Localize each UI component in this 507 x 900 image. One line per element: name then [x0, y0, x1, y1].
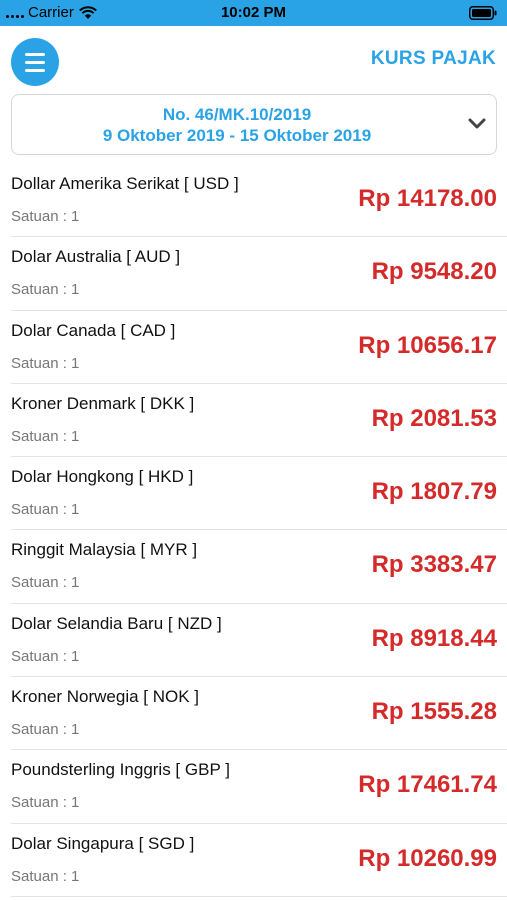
rate-row-nzd[interactable]: Dolar Selandia Baru [ NZD ] Satuan : 1 R… [11, 604, 507, 678]
currency-name: Dolar Singapura [ SGD ] [11, 833, 195, 853]
currency-name: Dolar Canada [ CAD ] [11, 320, 176, 340]
page-title: KURS PAJAK [370, 48, 496, 69]
hamburger-menu-icon [25, 52, 45, 56]
currency-unit: Satuan : 1 [11, 574, 80, 592]
rate-value: Rp 3383.47 [371, 551, 497, 579]
period-dropdown[interactable]: No. 46/MK.10/2019 9 Oktober 2019 - 15 Ok… [11, 94, 497, 155]
currency-unit: Satuan : 1 [11, 208, 80, 225]
period-number: No. 46/MK.10/2019 [162, 105, 312, 124]
status-bar: Carrier 10:02 PM [0, 0, 507, 26]
currency-name: Kroner Denmark [ DKK ] [11, 393, 195, 413]
rate-value: Rp 8918.44 [371, 624, 497, 652]
rate-value: Rp 10656.17 [358, 331, 497, 359]
rate-row-myr[interactable]: Ringgit Malaysia [ MYR ] Satuan : 1 Rp 3… [11, 530, 507, 604]
rate-row-nok[interactable]: Kroner Norwegia [ NOK ] Satuan : 1 Rp 15… [11, 677, 507, 751]
currency-unit: Satuan : 1 [11, 427, 80, 445]
battery-icon [469, 6, 497, 20]
exchange-rate-list: Dollar Amerika Serikat [ USD ] Satuan : … [0, 164, 507, 897]
rate-value: Rp 2081.53 [371, 404, 497, 432]
rate-value: Rp 1807.79 [371, 478, 497, 506]
currency-name: Dollar Amerika Serikat [ USD ] [11, 174, 239, 193]
rate-row-cad[interactable]: Dolar Canada [ CAD ] Satuan : 1 Rp 10656… [11, 311, 507, 384]
menu-button[interactable] [11, 38, 59, 86]
currency-name: Dolar Hongkong [ HKD ] [11, 467, 194, 487]
currency-name: Ringgit Malaysia [ MYR ] [11, 540, 198, 560]
rate-value: Rp 14178.00 [358, 185, 497, 212]
currency-unit: Satuan : 1 [11, 354, 80, 372]
rate-row-dkk[interactable]: Kroner Denmark [ DKK ] Satuan : 1 Rp 208… [11, 384, 507, 458]
period-range: 9 Oktober 2019 - 15 Oktober 2019 [102, 126, 372, 145]
rate-value: Rp 17461.74 [358, 771, 497, 799]
chevron-down-icon [468, 118, 486, 129]
currency-unit: Satuan : 1 [11, 794, 80, 812]
rate-row-hkd[interactable]: Dolar Hongkong [ HKD ] Satuan : 1 Rp 180… [11, 457, 507, 531]
currency-unit: Satuan : 1 [11, 867, 80, 885]
rate-row-gbp[interactable]: Poundsterling Inggris [ GBP ] Satuan : 1… [11, 750, 507, 824]
rate-row-usd[interactable]: Dollar Amerika Serikat [ USD ] Satuan : … [11, 164, 507, 238]
currency-name: Dolar Australia [ AUD ] [11, 247, 181, 267]
currency-name: Poundsterling Inggris [ GBP ] [11, 760, 230, 780]
rate-value: Rp 9548.20 [371, 258, 497, 286]
currency-unit: Satuan : 1 [11, 281, 80, 299]
currency-name: Kroner Norwegia [ NOK ] [11, 687, 200, 707]
rate-value: Rp 1555.28 [371, 698, 497, 726]
rate-row-sgd[interactable]: Dolar Singapura [ SGD ] Satuan : 1 Rp 10… [11, 824, 507, 897]
currency-unit: Satuan : 1 [11, 721, 80, 739]
rate-row-aud[interactable]: Dolar Australia [ AUD ] Satuan : 1 Rp 95… [11, 237, 507, 311]
currency-name: Dolar Selandia Baru [ NZD ] [11, 613, 222, 633]
app-header: KURS PAJAK [0, 26, 507, 92]
rate-value: Rp 10260.99 [358, 844, 497, 872]
currency-unit: Satuan : 1 [11, 647, 80, 665]
status-time: 10:02 PM [220, 4, 287, 21]
currency-unit: Satuan : 1 [11, 501, 80, 519]
